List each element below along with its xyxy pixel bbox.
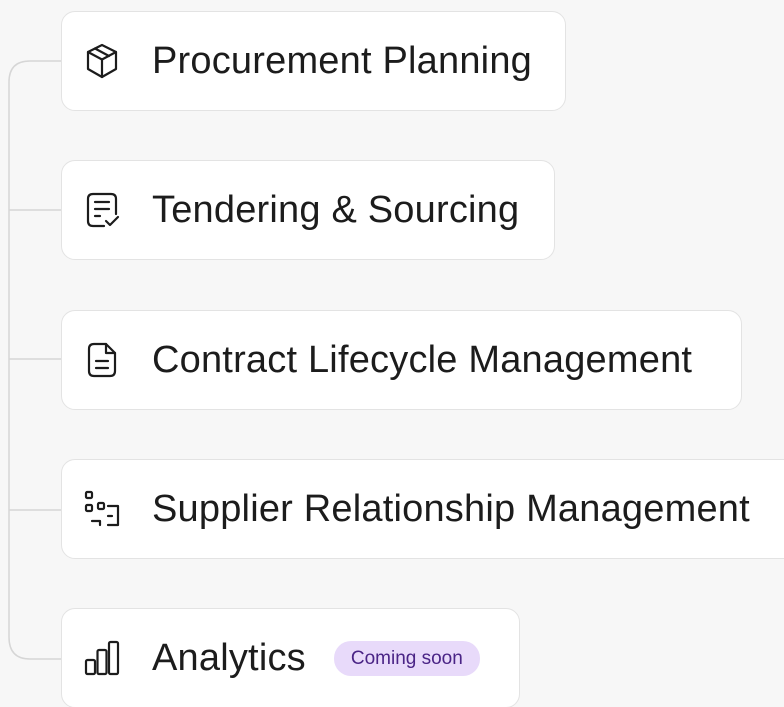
nav-item-label: Analytics	[152, 637, 306, 679]
coming-soon-badge: Coming soon	[333, 640, 480, 676]
nav-item-label: Procurement Planning	[152, 40, 532, 82]
package-icon	[82, 41, 122, 81]
nav-item-label: Tendering & Sourcing	[152, 189, 520, 231]
nav-item-supplier-relationship-management[interactable]: Supplier Relationship Management	[61, 459, 784, 559]
network-icon	[82, 489, 122, 529]
bar-chart-icon	[82, 638, 122, 678]
nav-item-analytics[interactable]: Analytics Coming soon	[61, 608, 520, 707]
document-icon	[82, 340, 122, 380]
nav-item-tendering-sourcing[interactable]: Tendering & Sourcing	[61, 160, 555, 260]
nav-item-procurement-planning[interactable]: Procurement Planning	[61, 11, 566, 111]
nav-item-contract-lifecycle-management[interactable]: Contract Lifecycle Management	[61, 310, 742, 410]
nav-item-label: Contract Lifecycle Management	[152, 339, 693, 381]
nav-item-label: Supplier Relationship Management	[152, 488, 750, 530]
document-check-icon	[82, 190, 122, 230]
module-tree: Procurement Planning Tendering & Sourcin…	[0, 0, 784, 707]
